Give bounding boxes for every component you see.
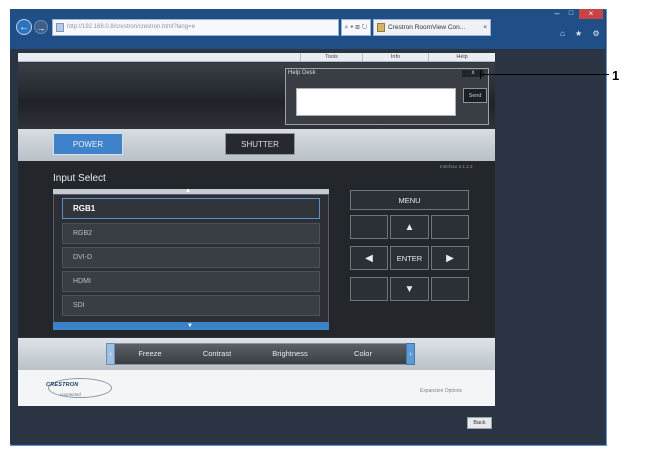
browser-tab[interactable]: Crestron RoomView Con... ×	[373, 19, 491, 36]
right-arrow-icon[interactable]: ▶	[431, 246, 469, 270]
minimize-icon[interactable]: –	[550, 9, 564, 19]
tab-info[interactable]: Info	[362, 53, 428, 62]
input-item-rgb1[interactable]: RGB1	[62, 198, 320, 219]
tab-help[interactable]: Help	[428, 53, 495, 62]
pad-blank-bottom-right	[431, 277, 469, 301]
menu-button[interactable]: MENU	[350, 190, 469, 210]
power-button[interactable]: POWER	[53, 133, 123, 155]
tab-title: Crestron RoomView Con...	[388, 24, 466, 31]
adjust-scroll-left-icon[interactable]: ‹	[106, 343, 115, 365]
adjust-scroll-right-icon[interactable]: ›	[406, 343, 415, 365]
back-arrow-icon[interactable]: ←	[16, 19, 32, 35]
browser-toolbar-icons[interactable]: ⌂ ★ ⚙	[560, 29, 604, 39]
address-bar[interactable]: http://192.168.0.8/crestron/crestron.htm…	[52, 19, 339, 36]
input-select-label: Input Select	[53, 173, 106, 184]
pad-blank-bottom-left	[350, 277, 388, 301]
back-button[interactable]: Back	[467, 417, 492, 429]
input-item-hdmi[interactable]: HDMI	[62, 271, 320, 292]
page-icon	[56, 23, 64, 32]
freeze-button[interactable]: Freeze	[120, 343, 180, 365]
down-arrow-icon[interactable]: ▼	[390, 277, 429, 301]
callout-number: 1	[612, 68, 620, 83]
close-icon[interactable]: ×	[579, 9, 603, 19]
input-item-sdi[interactable]: SDI	[62, 295, 320, 316]
expansion-options-link[interactable]: Expansion Options	[420, 388, 462, 394]
left-arrow-icon[interactable]: ◀	[350, 246, 388, 270]
tab-favicon-icon	[377, 23, 385, 32]
input-item-rgb2[interactable]: RGB2	[62, 223, 320, 244]
help-desk-title: Help Desk	[288, 70, 316, 76]
maximize-icon[interactable]: □	[564, 9, 578, 19]
color-button[interactable]: Color	[332, 343, 394, 365]
enter-button[interactable]: ENTER	[390, 246, 429, 270]
address-tools[interactable]: ⌕ ▾ ⊠ ↻	[341, 19, 371, 36]
scroll-down-icon[interactable]: ▼	[187, 322, 193, 330]
tab-tools[interactable]: Tools	[300, 53, 362, 62]
shutter-button[interactable]: SHUTTER	[225, 133, 295, 155]
contrast-button[interactable]: Contrast	[186, 343, 248, 365]
help-desk-send-button[interactable]: Send	[463, 88, 487, 103]
callout-line	[481, 74, 609, 75]
input-item-dvi-d[interactable]: DVI-D	[62, 247, 320, 268]
logo-brand-text: CRESTRON	[46, 382, 79, 388]
up-arrow-icon[interactable]: ▲	[390, 215, 429, 239]
logo-tagline-text: connected	[60, 392, 81, 397]
tab-close-icon[interactable]: ×	[483, 20, 487, 35]
pad-blank-top-right	[431, 215, 469, 239]
interface-version: Interface 2.1.2.3	[440, 164, 473, 169]
forward-arrow-icon[interactable]: →	[34, 20, 48, 34]
top-nav: Tools Info Help	[18, 53, 495, 62]
help-desk-message-input[interactable]	[296, 88, 456, 116]
pad-blank-top-left	[350, 215, 388, 239]
callout-line-tick	[480, 70, 481, 79]
brightness-button[interactable]: Brightness	[254, 343, 326, 365]
